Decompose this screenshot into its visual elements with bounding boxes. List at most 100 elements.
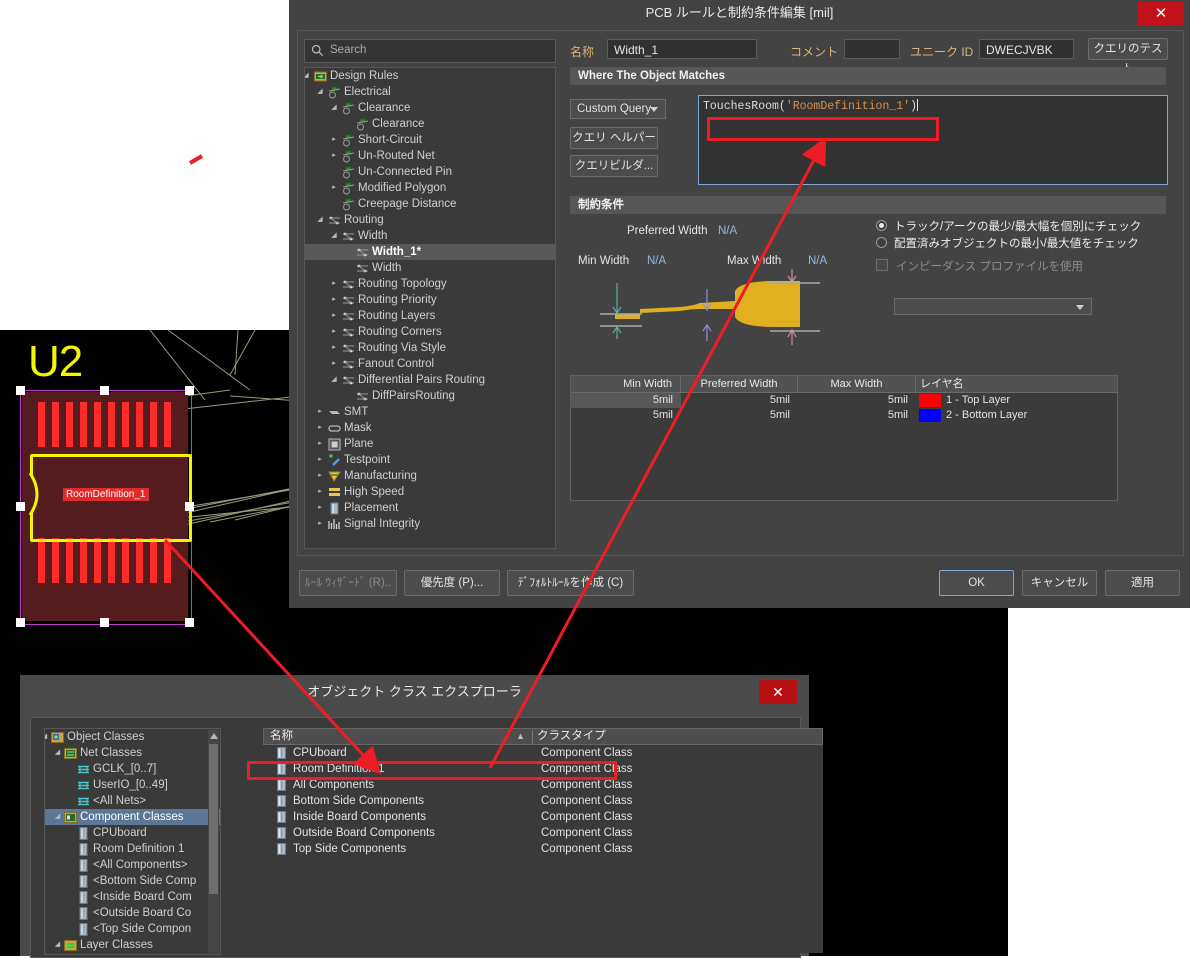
oce-tree-item[interactable]: <Inside Board Com	[45, 889, 220, 905]
selection-handle[interactable]	[100, 618, 109, 627]
tree-item-short-circuit[interactable]: ▸ Short-Circuit	[305, 132, 555, 148]
selection-handle[interactable]	[185, 502, 194, 511]
tree-item-width-1[interactable]: Width_1*	[305, 244, 555, 260]
tree-item-label: Placement	[344, 502, 399, 514]
tree-item-un-routed-net[interactable]: ▸ Un-Routed Net	[305, 148, 555, 164]
tree-item-differential-pairs-routing[interactable]: ◢ Differential Pairs Routing	[305, 372, 555, 388]
oce-tree-item[interactable]: <All Components>	[45, 857, 220, 873]
list-item[interactable]: CPUboard Component Class	[263, 745, 823, 761]
col-min-width[interactable]: Min Width	[571, 376, 681, 392]
list-item-type: Component Class	[541, 843, 633, 855]
col-layer-name[interactable]: レイヤ名	[916, 376, 1115, 392]
close-icon[interactable]: ✕	[759, 680, 797, 704]
priority-button[interactable]: 優先度 (P)...	[404, 570, 500, 596]
apply-button[interactable]: 適用	[1105, 570, 1180, 596]
tree-item-routing[interactable]: ◢ Routing	[305, 212, 555, 228]
oce-tree-item[interactable]: <Top Side Compon	[45, 921, 220, 937]
scope-select[interactable]: Custom Query	[570, 99, 666, 119]
table-row[interactable]: 5mil 5mil 5mil 2 - Bottom Layer	[571, 408, 1117, 423]
tree-item-smt[interactable]: ▸ SMT	[305, 404, 555, 420]
width-constraints-table[interactable]: Min Width Preferred Width Max Width レイヤ名…	[570, 375, 1118, 501]
rule-wizard-button[interactable]: ﾙｰﾙ ｳｨｻﾞｰﾄﾞ (R)..	[299, 570, 397, 596]
oce-tree-scrollbar[interactable]	[208, 730, 219, 953]
tree-item-plane[interactable]: ▸ Plane	[305, 436, 555, 452]
test-query-button[interactable]: クエリのテスト	[1088, 38, 1168, 75]
tree-item-electrical[interactable]: ◢ Electrical	[305, 84, 555, 100]
oce-col-type[interactable]: クラスタイプ	[537, 729, 606, 744]
design-rules-tree[interactable]: ◢Design Rules◢Electrical◢ClearanceCleara…	[304, 67, 556, 549]
object-classes-tree[interactable]: ◢Object Classes◢Net Classes GCLK_[0..7] Us…	[44, 728, 221, 955]
tree-item-label: Plane	[344, 438, 374, 450]
oce-tree-item[interactable]: <Bottom Side Comp	[45, 873, 220, 889]
impedance-profile-select[interactable]	[894, 298, 1092, 315]
radio-track-arc-label[interactable]: トラック/アークの最少/最大幅を個別にチェック	[894, 218, 1141, 234]
table-row[interactable]: 5mil 5mil 5mil 1 - Top Layer	[571, 393, 1117, 408]
tree-item-high-speed[interactable]: ▸ High Speed	[305, 484, 555, 500]
radio-track-arc[interactable]	[876, 220, 887, 231]
search-input[interactable]: Search	[304, 39, 556, 63]
tree-item-fanout-control[interactable]: ▸ Fanout Control	[305, 356, 555, 372]
oce-tree-item[interactable]: ◢ Layer Classes	[45, 937, 220, 953]
tree-item-design-rules[interactable]: ◢Design Rules	[305, 68, 555, 84]
tree-item-label: Width	[372, 262, 402, 274]
tree-item-testpoint[interactable]: ▸ Testpoint	[305, 452, 555, 468]
impedance-profile-checkbox[interactable]	[876, 259, 888, 271]
selection-handle[interactable]	[16, 502, 25, 511]
tree-item-placement[interactable]: ▸ Placement	[305, 500, 555, 516]
oce-tree-item[interactable]: <All Nets>	[45, 793, 220, 809]
list-item[interactable]: Top Side Components Component Class	[263, 841, 823, 857]
tree-item-clearance[interactable]: ◢ Clearance	[305, 100, 555, 116]
cancel-button[interactable]: キャンセル	[1022, 570, 1097, 596]
comment-field[interactable]	[844, 39, 900, 59]
tree-item-routing-topology[interactable]: ▸ Routing Topology	[305, 276, 555, 292]
list-item[interactable]: Inside Board Components Component Class	[263, 809, 823, 825]
oce-tree-item[interactable]: ◢Object Classes	[45, 729, 220, 745]
selection-handle[interactable]	[16, 618, 25, 627]
selection-handle[interactable]	[100, 386, 109, 395]
oce-tree-item[interactable]: <Outside Board Co	[45, 905, 220, 921]
oce-tree-item[interactable]: ◢ Component Classes	[45, 809, 220, 825]
tree-item-diffpairsrouting[interactable]: DiffPairsRouting	[305, 388, 555, 404]
oce-tree-item[interactable]: CPUboard	[45, 825, 220, 841]
tree-item-mask[interactable]: ▸ Mask	[305, 420, 555, 436]
scrollbar-thumb[interactable]	[209, 744, 218, 894]
list-item[interactable]: Bottom Side Components Component Class	[263, 793, 823, 809]
width-preview-graphic: Preferred Width N/A Min Width N/A Max Wi…	[570, 217, 860, 357]
tree-item-un-connected-pin[interactable]: Un-Connected Pin	[305, 164, 555, 180]
tree-item-signal-integrity[interactable]: ▸ Signal Integrity	[305, 516, 555, 532]
selection-handle[interactable]	[185, 386, 194, 395]
tree-item-creepage-distance[interactable]: Creepage Distance	[305, 196, 555, 212]
where-object-matches-header: Where The Object Matches	[570, 67, 1166, 85]
query-helper-button[interactable]: クエリ ヘルパー ...	[570, 127, 658, 164]
selection-handle[interactable]	[185, 618, 194, 627]
col-max-width[interactable]: Max Width	[798, 376, 916, 392]
close-icon[interactable]: ✕	[1138, 2, 1184, 26]
unique-id-field[interactable]: DWECJVBK	[979, 39, 1074, 59]
list-item[interactable]: Outside Board Components Component Class	[263, 825, 823, 841]
oce-tree-item[interactable]: GCLK_[0..7]	[45, 761, 220, 777]
selection-handle[interactable]	[16, 386, 25, 395]
cell-layer: 1 - Top Layer	[916, 393, 1115, 408]
tree-item-width[interactable]: ◢ Width	[305, 228, 555, 244]
radio-placed-objects-label[interactable]: 配置済みオブジェクトの最小/最大値をチェック	[894, 235, 1139, 251]
oce-tree-item-label: <Outside Board Co	[93, 907, 192, 919]
tree-item-routing-via-style[interactable]: ▸ Routing Via Style	[305, 340, 555, 356]
oce-tree-item[interactable]: ◢ Net Classes	[45, 745, 220, 761]
create-default-rules-button[interactable]: ﾃﾞﾌｫﾙﾄﾙｰﾙを作成 (C)	[507, 570, 634, 596]
ok-button[interactable]: OK	[939, 570, 1014, 596]
tree-item-routing-corners[interactable]: ▸ Routing Corners	[305, 324, 555, 340]
query-builder-button[interactable]: クエリビルダ...	[570, 155, 658, 177]
oce-col-name[interactable]: 名称	[270, 729, 293, 744]
oce-tree-item[interactable]: UserIO_[0..49]	[45, 777, 220, 793]
scroll-up-icon[interactable]	[210, 733, 218, 739]
radio-placed-objects[interactable]	[876, 237, 887, 248]
tree-item-clearance[interactable]: Clearance	[305, 116, 555, 132]
tree-item-manufacturing[interactable]: ▸ Manufacturing	[305, 468, 555, 484]
oce-tree-item[interactable]: Room Definition 1	[45, 841, 220, 857]
col-preferred-width[interactable]: Preferred Width	[681, 376, 798, 392]
name-field[interactable]: Width_1	[607, 39, 757, 59]
tree-item-modified-polygon[interactable]: ▸ Modified Polygon	[305, 180, 555, 196]
tree-item-routing-priority[interactable]: ▸ Routing Priority	[305, 292, 555, 308]
tree-item-routing-layers[interactable]: ▸ Routing Layers	[305, 308, 555, 324]
tree-item-width[interactable]: Width	[305, 260, 555, 276]
